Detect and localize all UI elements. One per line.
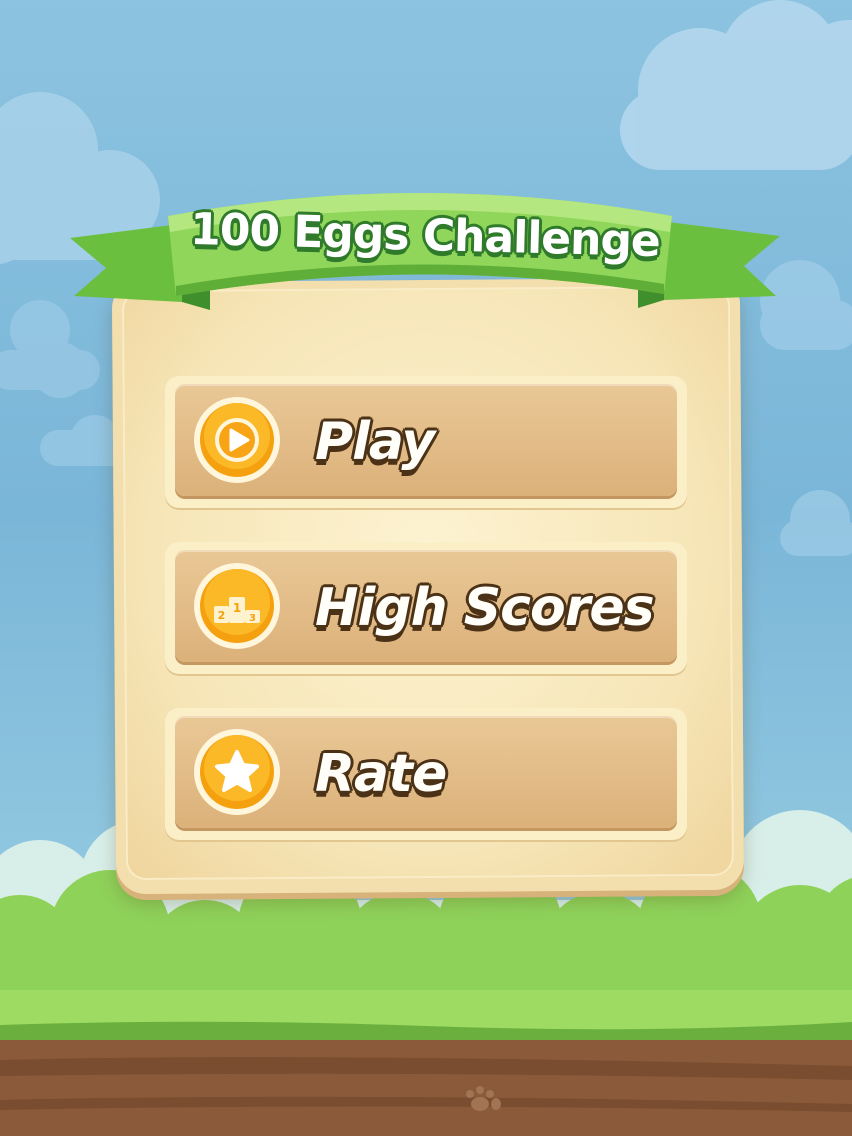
cloud-right bbox=[620, 0, 852, 170]
podium-third: 3 bbox=[249, 613, 256, 624]
rate-label: Rate bbox=[315, 744, 447, 804]
game-title: 100 Eggs Challenge bbox=[189, 203, 661, 268]
podium-first: 1 bbox=[233, 601, 241, 615]
high-scores-label: High Scores bbox=[315, 578, 655, 638]
game-screen: 100 Eggs Challenge Play 2 1 3 High Score… bbox=[0, 0, 852, 1136]
podium-second: 2 bbox=[218, 609, 226, 622]
rate-button[interactable]: Rate bbox=[165, 708, 687, 840]
podium-icon: 2 1 3 bbox=[194, 563, 280, 649]
play-icon bbox=[194, 397, 280, 483]
play-label: Play bbox=[315, 412, 435, 472]
star-icon bbox=[194, 729, 280, 815]
play-button[interactable]: Play bbox=[165, 376, 687, 508]
dirt-ground bbox=[0, 1040, 852, 1136]
high-scores-button[interactable]: 2 1 3 High Scores bbox=[165, 542, 687, 674]
